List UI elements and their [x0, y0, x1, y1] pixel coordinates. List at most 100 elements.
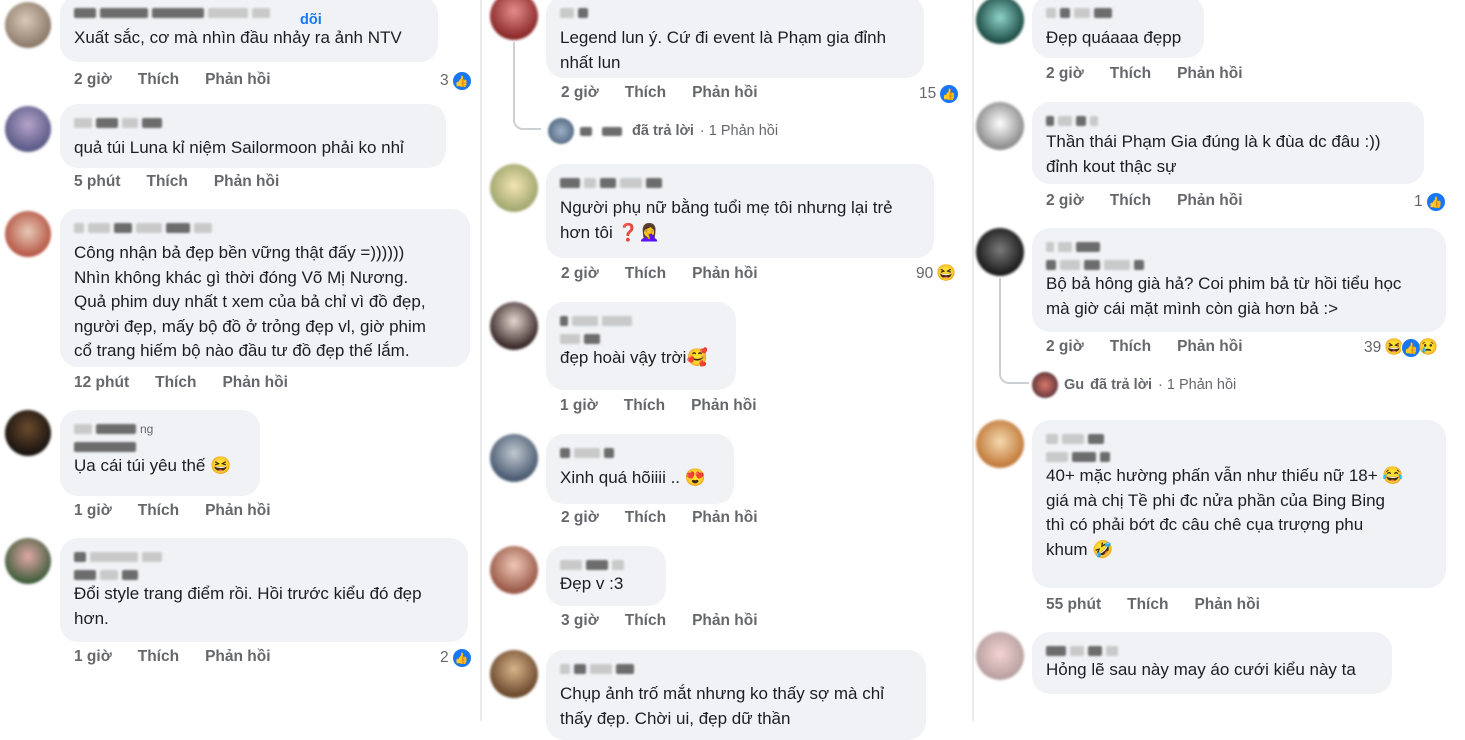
- reply-button[interactable]: Phản hồi: [692, 509, 757, 527]
- avatar[interactable]: [490, 302, 538, 350]
- commenter-name[interactable]: [74, 219, 456, 235]
- like-button[interactable]: Thích: [624, 397, 665, 415]
- like-button[interactable]: Thích: [147, 173, 188, 191]
- commenter-name-line2: [1046, 448, 1432, 462]
- comment-time[interactable]: 12 phút: [74, 374, 129, 392]
- commenter-name[interactable]: [560, 660, 912, 676]
- comment-actions: 2 giờ Thích Phản hồi: [1046, 338, 1243, 356]
- comment-time[interactable]: 1 giờ: [74, 648, 112, 666]
- commenter-name[interactable]: [1046, 430, 1432, 446]
- reply-button[interactable]: Phản hồi: [692, 84, 757, 102]
- reaction-count[interactable]: 90 😆: [916, 265, 956, 283]
- reply-button[interactable]: Phản hồi: [1194, 596, 1259, 614]
- avatar[interactable]: [976, 0, 1024, 44]
- avatar[interactable]: [490, 0, 538, 40]
- commenter-name[interactable]: ng: [74, 420, 246, 436]
- comment-time[interactable]: 2 giờ: [1046, 338, 1084, 356]
- reaction-count[interactable]: 2 👍: [440, 648, 472, 668]
- like-button[interactable]: Thích: [625, 509, 666, 527]
- comment-time[interactable]: 2 giờ: [561, 84, 599, 102]
- like-button[interactable]: Thích: [138, 71, 179, 89]
- like-button[interactable]: Thích: [138, 502, 179, 520]
- like-button[interactable]: Thích: [138, 648, 179, 666]
- avatar[interactable]: [490, 650, 538, 698]
- comment-actions: 1 giờ Thích Phản hồi: [560, 397, 757, 415]
- reply-button[interactable]: Phản hồi: [205, 648, 270, 666]
- comment-time[interactable]: 5 phút: [74, 173, 121, 191]
- reply-button[interactable]: Phản hồi: [205, 502, 270, 520]
- like-button[interactable]: Thích: [155, 374, 196, 392]
- comment-bubble: Xuất sắc, cơ mà nhìn đầu nhảy ra ảnh NTV: [60, 0, 438, 62]
- comment-text: Chụp ảnh trố mắt nhưng ko thấy sợ mà chỉ…: [560, 684, 884, 728]
- reply-button[interactable]: Phản hồi: [1177, 65, 1242, 83]
- like-button[interactable]: Thích: [1110, 65, 1151, 83]
- reply-button[interactable]: Phản hồi: [691, 397, 756, 415]
- reaction-count[interactable]: 39 😆 👍 😢: [1364, 338, 1438, 358]
- reply-button[interactable]: Phản hồi: [214, 173, 279, 191]
- like-reaction-icon: 👍: [451, 71, 472, 91]
- commenter-name-line2: [74, 438, 246, 452]
- commenter-name[interactable]: [560, 556, 652, 572]
- avatar[interactable]: [976, 632, 1024, 680]
- comment-time[interactable]: 55 phút: [1046, 596, 1101, 614]
- avatar[interactable]: [976, 228, 1024, 276]
- like-button[interactable]: Thích: [625, 84, 666, 102]
- like-button[interactable]: Thích: [1110, 338, 1151, 356]
- comment-time[interactable]: 1 giờ: [74, 502, 112, 520]
- comment-time[interactable]: 2 giờ: [561, 509, 599, 527]
- replied-indicator[interactable]: Gu đã trả lời · 1 Phản hồi: [1032, 372, 1236, 398]
- comment-bubble: Đẹp quáaaa đẹpp: [1032, 0, 1204, 58]
- replied-indicator[interactable]: đã trả lời · 1 Phản hồi: [548, 118, 778, 144]
- commenter-name[interactable]: [1046, 4, 1190, 20]
- reaction-count[interactable]: 3 👍: [440, 71, 472, 91]
- follow-link[interactable]: dõi: [300, 12, 322, 28]
- avatar[interactable]: [976, 102, 1024, 150]
- avatar[interactable]: [490, 434, 538, 482]
- avatar[interactable]: [976, 420, 1024, 468]
- avatar[interactable]: [5, 106, 51, 152]
- comment-time[interactable]: 2 giờ: [1046, 192, 1084, 210]
- like-button[interactable]: Thích: [625, 612, 666, 630]
- avatar[interactable]: [490, 546, 538, 594]
- comment-actions: 2 giờ Thích Phản hồi: [561, 84, 758, 102]
- commenter-name[interactable]: [560, 312, 722, 328]
- comment-time[interactable]: 2 giờ: [74, 71, 112, 89]
- reply-button[interactable]: Phản hồi: [692, 612, 757, 630]
- comment-text: Ụa cái túi yêu thế 😆: [74, 456, 232, 475]
- reply-button[interactable]: Phản hồi: [205, 71, 270, 89]
- commenter-name[interactable]: [560, 174, 920, 190]
- avatar[interactable]: [5, 410, 51, 456]
- commenter-name[interactable]: [1046, 238, 1432, 254]
- comment-time[interactable]: 2 giờ: [561, 265, 599, 283]
- commenter-name[interactable]: [560, 4, 910, 20]
- comment-time[interactable]: 2 giờ: [1046, 65, 1084, 83]
- avatar[interactable]: [5, 211, 51, 257]
- replier-avatar: [548, 118, 574, 144]
- reply-button[interactable]: Phản hồi: [222, 374, 287, 392]
- like-button[interactable]: Thích: [1110, 192, 1151, 210]
- comment-time[interactable]: 1 giờ: [560, 397, 598, 415]
- like-reaction-icon: 👍: [451, 648, 472, 668]
- reaction-count[interactable]: 15 👍: [919, 84, 960, 104]
- comment-text: đẹp hoài vậy trời🥰: [560, 348, 708, 367]
- commenter-name[interactable]: [74, 114, 432, 130]
- like-button[interactable]: Thích: [625, 265, 666, 283]
- reply-button[interactable]: Phản hồi: [692, 265, 757, 283]
- comment-time[interactable]: 3 giờ: [561, 612, 599, 630]
- comment-bubble: Người phụ nữ bằng tuổi mẹ tôi nhưng lại …: [546, 164, 934, 258]
- commenter-name[interactable]: [1046, 642, 1378, 658]
- commenter-name[interactable]: [74, 548, 454, 564]
- comment-actions: 12 phút Thích Phản hồi: [74, 374, 288, 392]
- commenter-name[interactable]: [560, 444, 720, 460]
- avatar[interactable]: [490, 164, 538, 212]
- comment-text: Đẹp quáaaa đẹpp: [1046, 28, 1182, 47]
- reply-button[interactable]: Phản hồi: [1177, 192, 1242, 210]
- avatar[interactable]: [5, 538, 51, 584]
- reaction-count[interactable]: 1 👍: [1414, 192, 1446, 212]
- commenter-name[interactable]: [1046, 112, 1410, 128]
- commenter-name[interactable]: [74, 4, 424, 20]
- avatar[interactable]: [5, 2, 51, 48]
- like-reaction-icon: 👍: [1425, 192, 1446, 212]
- like-button[interactable]: Thích: [1127, 596, 1168, 614]
- reply-button[interactable]: Phản hồi: [1177, 338, 1242, 356]
